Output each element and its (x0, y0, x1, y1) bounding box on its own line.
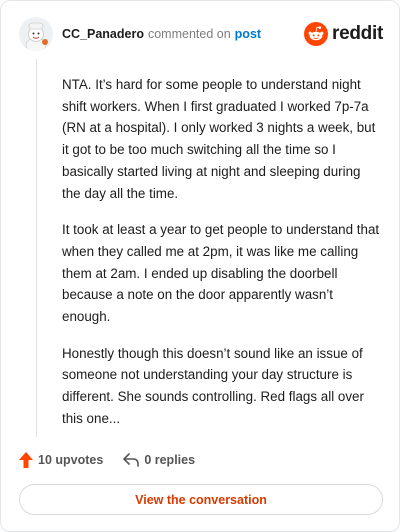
view-conversation-button[interactable]: View the conversation (19, 484, 383, 515)
comment-paragraph: NTA. It’s hard for some people to unders… (62, 77, 376, 201)
upvote-count: 10 upvotes (38, 453, 104, 467)
brand-wordmark: reddit (332, 23, 383, 44)
reply-button[interactable]: 0 replies (123, 453, 195, 467)
action-text: commented on (147, 27, 231, 41)
reply-count: 0 replies (144, 453, 196, 467)
comment-paragraph: Honestly though this doesn’t sound like … (62, 345, 364, 426)
upvote-arrow-icon (19, 452, 33, 468)
comment-paragraph: It took at least a year to get people to… (62, 222, 380, 325)
thread-line (36, 59, 37, 437)
reply-arrow-icon (123, 453, 140, 467)
reddit-brand[interactable]: reddit (304, 21, 383, 47)
comment-meta: CC_Panadero commented on post (62, 27, 261, 41)
username[interactable]: CC_Panadero (62, 27, 144, 41)
comment-footer: 10 upvotes 0 replies (19, 450, 195, 470)
upvote-button[interactable]: 10 upvotes (19, 452, 103, 468)
comment-body: NTA. It’s hard for some people to unders… (62, 74, 382, 445)
comment-card: CC_Panadero commented on post reddit NTA. … (0, 0, 400, 532)
reddit-logo-icon (304, 22, 329, 46)
post-link[interactable]: post (235, 27, 261, 41)
comment-header: CC_Panadero commented on post reddit (19, 17, 385, 53)
avatar[interactable] (19, 17, 53, 51)
